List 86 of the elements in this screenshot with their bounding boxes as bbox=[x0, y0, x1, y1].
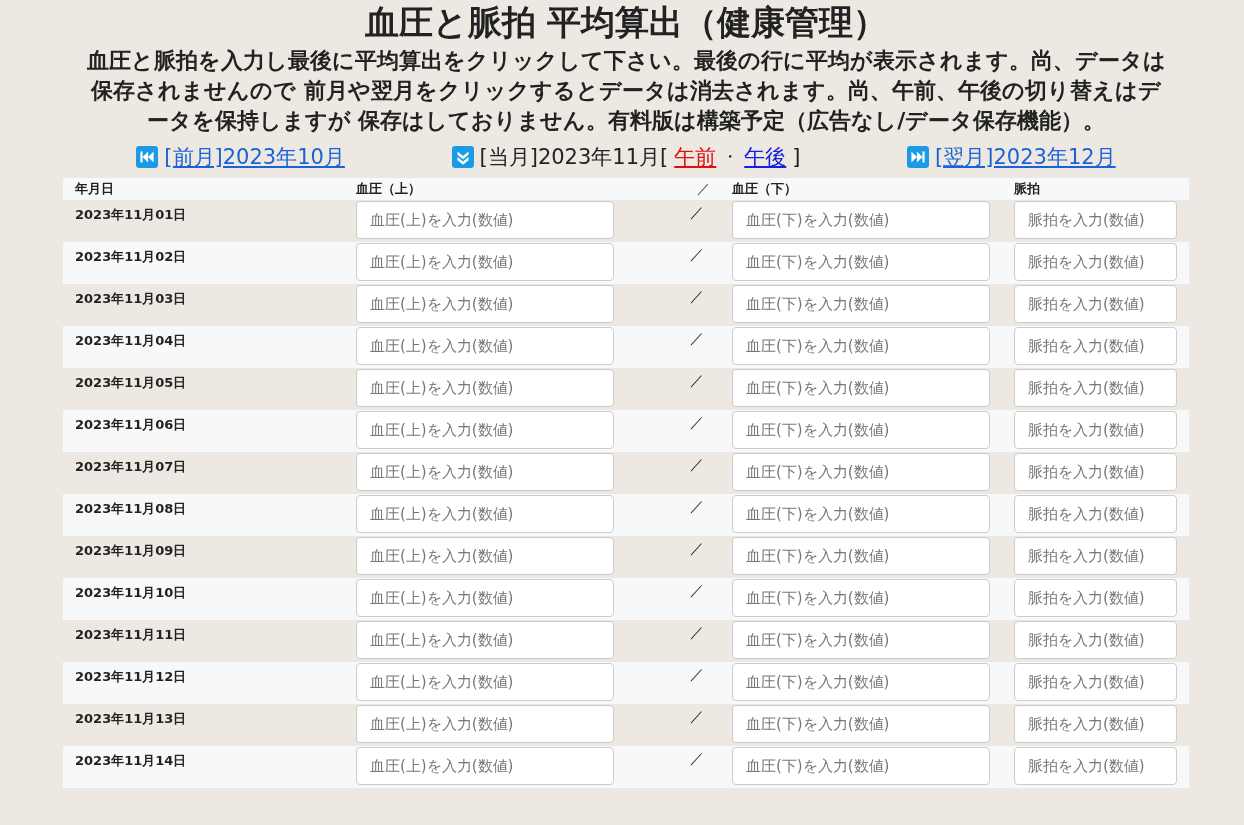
slash-separator: ／ bbox=[690, 708, 704, 724]
systolic-input-field[interactable]: 血圧(上)を入力(数値) bbox=[356, 453, 614, 491]
systolic-input-field[interactable]: 血圧(上)を入力(数値) bbox=[356, 705, 614, 743]
pulse-input-field[interactable]: 脈拍を入力(数値) bbox=[1014, 285, 1177, 323]
slash-separator: ／ bbox=[690, 666, 704, 682]
systolic-input-field[interactable]: 血圧(上)を入力(数値) bbox=[356, 411, 614, 449]
systolic-input-field[interactable]: 血圧(上)を入力(数値) bbox=[356, 537, 614, 575]
diastolic-input-field[interactable]: 血圧(下)を入力(数値) bbox=[732, 411, 990, 449]
period-link[interactable]: 午前 bbox=[674, 143, 717, 171]
date-text: 2023年11月13日 bbox=[75, 711, 187, 726]
systolic-input-field[interactable]: 血圧(上)を入力(数値) bbox=[356, 579, 614, 617]
diastolic-input-field[interactable]: 血圧(下)を入力(数値) bbox=[732, 327, 990, 365]
period-separator: ・ bbox=[722, 146, 739, 168]
diastolic-input-field[interactable]: 血圧(下)を入力(数値) bbox=[732, 453, 990, 491]
systolic-input-field[interactable]: 血圧(上)を入力(数値) bbox=[356, 201, 614, 239]
column-header: 血圧（下） bbox=[732, 181, 797, 196]
skip-back-icon[interactable] bbox=[136, 146, 159, 168]
pulse-input-field[interactable]: 脈拍を入力(数値) bbox=[1014, 621, 1177, 659]
diastolic-input-field[interactable]: 血圧(下)を入力(数値) bbox=[732, 537, 990, 575]
slash-separator: ／ bbox=[690, 246, 704, 262]
systolic-input-field[interactable]: 血圧(上)を入力(数値) bbox=[356, 243, 614, 281]
next-month-link[interactable]: [翌月]2023年12月 bbox=[935, 143, 1116, 171]
systolic-input-field[interactable]: 血圧(上)を入力(数値) bbox=[356, 747, 614, 785]
systolic-input-field[interactable]: 血圧(上)を入力(数値) bbox=[356, 285, 614, 323]
column-header: 脈拍 bbox=[1014, 181, 1040, 196]
date-text: 2023年11月03日 bbox=[75, 291, 187, 306]
date-text: 2023年11月07日 bbox=[75, 459, 187, 474]
bracket-text: ] bbox=[792, 145, 801, 169]
slash-separator: ／ bbox=[690, 582, 704, 598]
slash-separator: ／ bbox=[690, 288, 704, 304]
slash-separator: ／ bbox=[690, 456, 704, 472]
column-header: 年月日 bbox=[75, 181, 114, 196]
column-header: 血圧（上） bbox=[356, 181, 421, 196]
diastolic-input-field[interactable]: 血圧(下)を入力(数値) bbox=[732, 285, 990, 323]
diastolic-input-field[interactable]: 血圧(下)を入力(数値) bbox=[732, 747, 990, 785]
pulse-input-field[interactable]: 脈拍を入力(数値) bbox=[1014, 453, 1177, 491]
current-month-label: [当月]2023年11月[ bbox=[479, 144, 669, 171]
systolic-input-field[interactable]: 血圧(上)を入力(数値) bbox=[356, 495, 614, 533]
pulse-input-field[interactable]: 脈拍を入力(数値) bbox=[1014, 747, 1177, 785]
systolic-input-field[interactable]: 血圧(上)を入力(数値) bbox=[356, 327, 614, 365]
date-text: 2023年11月04日 bbox=[75, 333, 187, 348]
slash-separator: ／ bbox=[690, 498, 704, 514]
page-title: 血圧と脈拍 平均算出（健康管理） bbox=[363, 1, 889, 44]
diastolic-input-field[interactable]: 血圧(下)を入力(数値) bbox=[732, 705, 990, 743]
pulse-input-field[interactable]: 脈拍を入力(数値) bbox=[1014, 537, 1177, 575]
previous-month-link[interactable]: [前月]2023年10月 bbox=[164, 143, 345, 171]
slash-separator: ／ bbox=[690, 372, 704, 388]
slash-separator: ／ bbox=[690, 330, 704, 346]
date-text: 2023年11月02日 bbox=[75, 249, 187, 264]
pulse-input-field[interactable]: 脈拍を入力(数値) bbox=[1014, 705, 1177, 743]
systolic-input-field[interactable]: 血圧(上)を入力(数値) bbox=[356, 369, 614, 407]
date-text: 2023年11月10日 bbox=[75, 585, 187, 600]
slash-separator: ／ bbox=[690, 204, 704, 220]
slash-separator: ／ bbox=[690, 414, 704, 430]
diastolic-input-field[interactable]: 血圧(下)を入力(数値) bbox=[732, 369, 990, 407]
diastolic-input-field[interactable]: 血圧(下)を入力(数値) bbox=[732, 243, 990, 281]
diastolic-input-field[interactable]: 血圧(下)を入力(数値) bbox=[732, 621, 990, 659]
slash-separator: ／ bbox=[690, 624, 704, 640]
diastolic-input-field[interactable]: 血圧(下)を入力(数値) bbox=[732, 579, 990, 617]
pulse-input-field[interactable]: 脈拍を入力(数値) bbox=[1014, 201, 1177, 239]
date-text: 2023年11月05日 bbox=[75, 375, 187, 390]
pulse-input-field[interactable]: 脈拍を入力(数値) bbox=[1014, 495, 1177, 533]
diastolic-input-field[interactable]: 血圧(下)を入力(数値) bbox=[732, 663, 990, 701]
date-text: 2023年11月08日 bbox=[75, 501, 187, 516]
column-header: ／ bbox=[696, 181, 710, 196]
date-text: 2023年11月12日 bbox=[75, 669, 187, 684]
slash-separator: ／ bbox=[690, 540, 704, 556]
systolic-input-field[interactable]: 血圧(上)を入力(数値) bbox=[356, 663, 614, 701]
period-link[interactable]: 午後 bbox=[744, 143, 787, 171]
diastolic-input-field[interactable]: 血圧(下)を入力(数値) bbox=[732, 201, 990, 239]
systolic-input-field[interactable]: 血圧(上)を入力(数値) bbox=[356, 621, 614, 659]
date-text: 2023年11月06日 bbox=[75, 417, 187, 432]
date-text: 2023年11月14日 bbox=[75, 753, 187, 768]
skip-forward-icon[interactable] bbox=[907, 146, 930, 168]
diastolic-input-field[interactable]: 血圧(下)を入力(数値) bbox=[732, 495, 990, 533]
pulse-input-field[interactable]: 脈拍を入力(数値) bbox=[1014, 411, 1177, 449]
date-text: 2023年11月01日 bbox=[75, 207, 187, 222]
slash-separator: ／ bbox=[690, 750, 704, 766]
date-text: 2023年11月11日 bbox=[75, 627, 187, 642]
pulse-input-field[interactable]: 脈拍を入力(数値) bbox=[1014, 663, 1177, 701]
pulse-input-field[interactable]: 脈拍を入力(数値) bbox=[1014, 243, 1177, 281]
pulse-input-field[interactable]: 脈拍を入力(数値) bbox=[1014, 369, 1177, 407]
date-text: 2023年11月09日 bbox=[75, 543, 187, 558]
instructions-text: 血圧と脈拍を入力し最後に平均算出をクリックして下さい。最後の行に平均が表示されます。尚、データは保存されませんので 前月や翌月をクリックするとデータは消去されます。尚、午前、午後の切り替えはデータを保持しますが 保存はしておりません。有料版は構築予定（広告なし/データ保存機能）。 bbox=[85, 47, 1167, 135]
pulse-input-field[interactable]: 脈拍を入力(数値) bbox=[1014, 579, 1177, 617]
pulse-input-field[interactable]: 脈拍を入力(数値) bbox=[1014, 327, 1177, 365]
